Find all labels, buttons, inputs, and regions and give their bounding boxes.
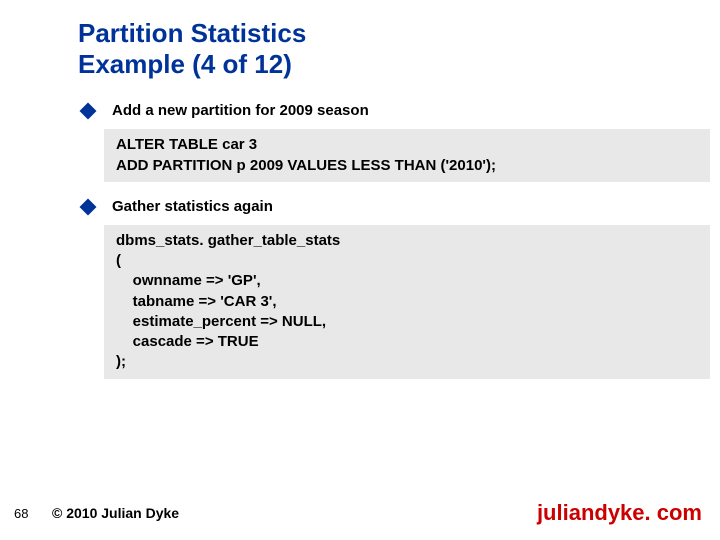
- bullet-1-text: Add a new partition for 2009 season: [112, 102, 369, 119]
- bullet-2: Gather statistics again: [78, 198, 690, 215]
- diamond-bullet-icon: [80, 103, 97, 120]
- footer: 68 © 2010 Julian Dyke juliandyke. com: [0, 500, 720, 526]
- diamond-bullet-icon: [80, 198, 97, 215]
- bullet-2-text: Gather statistics again: [112, 198, 273, 215]
- title-line-1: Partition Statistics: [78, 18, 306, 48]
- bullet-1: Add a new partition for 2009 season: [78, 102, 690, 119]
- code-block-2: dbms_stats. gather_table_stats ( ownname…: [104, 225, 710, 379]
- title-line-2: Example (4 of 12): [78, 49, 292, 79]
- website-text: juliandyke. com: [537, 500, 702, 526]
- slide-title: Partition Statistics Example (4 of 12): [78, 18, 690, 80]
- copyright-text: © 2010 Julian Dyke: [52, 505, 179, 521]
- page-number: 68: [14, 506, 46, 521]
- code-block-1: ALTER TABLE car 3 ADD PARTITION p 2009 V…: [104, 129, 710, 182]
- slide: Partition Statistics Example (4 of 12) A…: [0, 0, 720, 540]
